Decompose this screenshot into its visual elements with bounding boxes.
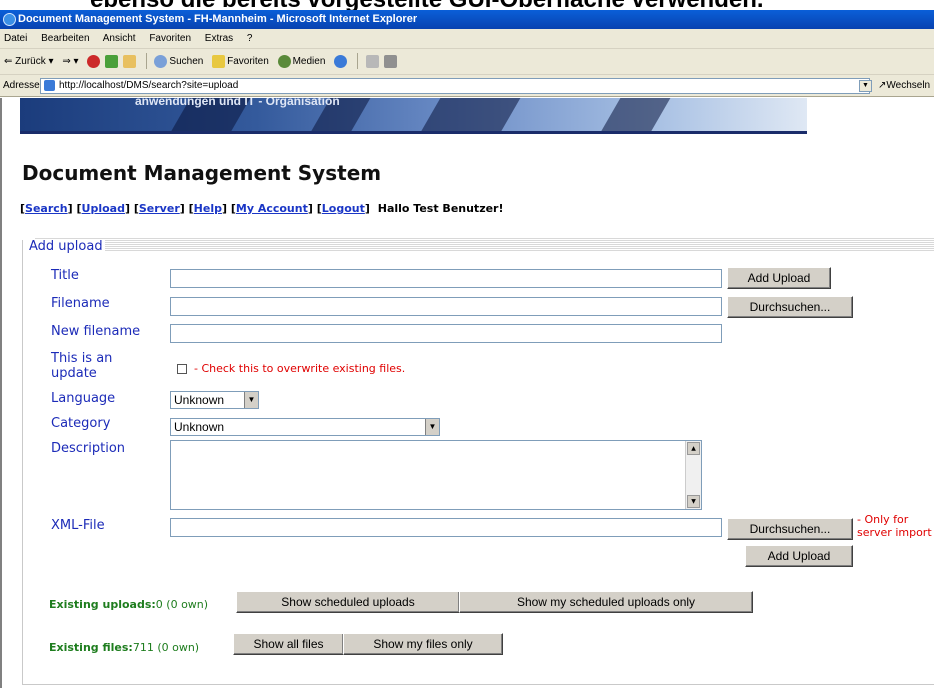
add-upload-button[interactable]: Add Upload [727, 267, 831, 289]
nav-account-link[interactable]: My Account [236, 202, 308, 215]
slide-heading: ebenso die bereits vorgestellte GUI-Ober… [0, 0, 934, 10]
toolbar-separator [356, 53, 358, 70]
slide-heading-text: ebenso die bereits vorgestellte GUI-Ober… [90, 0, 764, 10]
xml-file-label: XML-File [51, 518, 105, 533]
files-label: Existing files: [49, 641, 133, 654]
refresh-icon[interactable] [105, 54, 119, 68]
chevron-down-icon: ▼ [244, 392, 258, 408]
menu-ansicht[interactable]: Ansicht [103, 33, 136, 44]
language-select[interactable]: Unknown ▼ [170, 391, 259, 409]
nav-logout-link[interactable]: Logout [322, 202, 365, 215]
page-icon [44, 80, 55, 91]
home-icon[interactable] [122, 54, 136, 68]
go-label: Wechseln [886, 80, 931, 91]
banner-decoration [419, 98, 521, 131]
browse-xml-button[interactable]: Durchsuchen... [727, 518, 853, 540]
xml-note: - Only for server import [857, 513, 932, 539]
description-label: Description [51, 441, 126, 456]
new-filename-input[interactable] [170, 324, 722, 343]
search-label: Suchen [169, 56, 204, 67]
title-label: Title [51, 268, 79, 283]
search-icon [154, 54, 168, 68]
address-bar: Adresse http://localhost/DMS/search?site… [0, 75, 934, 97]
existing-uploads-stat: Existing uploads:0 (0 own) [49, 598, 208, 611]
category-select[interactable]: Unknown ▼ [170, 418, 440, 436]
address-label: Adresse [3, 80, 40, 91]
banner-decoration [599, 98, 671, 131]
print-icon[interactable] [383, 54, 397, 68]
address-input[interactable]: http://localhost/DMS/search?site=upload [40, 78, 870, 94]
menu-favoriten[interactable]: Favoriten [149, 33, 191, 44]
history-icon[interactable] [334, 54, 348, 68]
title-input[interactable] [170, 269, 722, 288]
xml-note-line1: - Only for [857, 513, 909, 526]
window-title: Document Management System - FH-Mannheim… [18, 13, 418, 25]
internet-explorer-icon [3, 13, 16, 26]
show-all-files-button[interactable]: Show all files [233, 633, 344, 655]
uploads-label: Existing uploads: [49, 598, 156, 611]
go-button[interactable]: ↗Wechseln [878, 75, 930, 97]
existing-files-stat: Existing files:711 (0 own) [49, 641, 199, 654]
fieldset-legend: Add upload [27, 239, 105, 254]
xml-note-line2: server import [857, 526, 932, 539]
show-scheduled-button[interactable]: Show scheduled uploads [236, 591, 460, 613]
category-value: Unknown [174, 420, 225, 434]
address-dropdown-button[interactable]: ▼ [859, 80, 872, 92]
site-banner: anwendungen und IT - Organisation [20, 98, 807, 134]
show-my-scheduled-button[interactable]: Show my scheduled uploads only [459, 591, 753, 613]
legend-band [35, 237, 934, 252]
back-button[interactable]: ⇐ Zurück ▾ [4, 56, 54, 67]
add-upload-bottom-button[interactable]: Add Upload [745, 545, 853, 567]
favorites-button[interactable]: Favoriten [212, 54, 269, 68]
window-titlebar: Document Management System - FH-Mannheim… [0, 10, 934, 29]
uploads-value: 0 (0 own) [155, 598, 209, 611]
description-textarea[interactable]: ▲ ▼ [170, 440, 702, 510]
scroll-up-icon[interactable]: ▲ [687, 442, 700, 455]
media-icon [277, 54, 291, 68]
main-nav: [Search] [Upload] [Server] [Help] [My Ac… [20, 202, 504, 215]
stop-icon[interactable] [87, 54, 101, 68]
favorites-icon [212, 54, 226, 68]
browse-file-button[interactable]: Durchsuchen... [727, 296, 853, 318]
nav-help-link[interactable]: Help [194, 202, 222, 215]
menu-help[interactable]: ? [247, 33, 253, 44]
favorites-label: Favoriten [227, 56, 269, 67]
back-label: Zurück [15, 56, 46, 67]
greeting-text: Hallo Test Benutzer! [377, 202, 504, 215]
update-label: This is an update [51, 351, 113, 381]
search-button[interactable]: Suchen [154, 54, 204, 68]
language-value: Unknown [174, 393, 225, 407]
page-title: Document Management System [22, 161, 382, 185]
update-note: - Check this to overwrite existing files… [194, 362, 406, 375]
nav-upload-link[interactable]: Upload [82, 202, 125, 215]
nav-search-link[interactable]: Search [25, 202, 68, 215]
update-checkbox[interactable] [177, 364, 187, 374]
new-filename-label: New filename [51, 324, 141, 339]
menu-bar: Datei Bearbeiten Ansicht Favoriten Extra… [0, 29, 934, 49]
chevron-down-icon: ▼ [425, 419, 439, 435]
mail-icon[interactable] [365, 54, 379, 68]
forward-button[interactable]: ⇒ ▾ [62, 56, 78, 67]
language-label: Language [51, 391, 116, 406]
filename-label: Filename [51, 296, 110, 311]
description-scrollbar[interactable]: ▲ ▼ [685, 441, 701, 509]
category-label: Category [51, 416, 111, 431]
filename-input[interactable] [170, 297, 722, 316]
toolbar-separator [145, 53, 147, 70]
files-value: 711 (0 own) [132, 641, 200, 654]
xml-file-input[interactable] [170, 518, 722, 537]
address-url: http://localhost/DMS/search?site=upload [59, 80, 239, 91]
media-button[interactable]: Medien [277, 54, 326, 68]
scroll-down-icon[interactable]: ▼ [687, 495, 700, 508]
browser-toolbar: ⇐ Zurück ▾ ⇒ ▾ Suchen Favoriten Medien [0, 49, 934, 75]
nav-server-link[interactable]: Server [139, 202, 180, 215]
media-label: Medien [292, 56, 326, 67]
menu-bearbeiten[interactable]: Bearbeiten [41, 33, 89, 44]
menu-datei[interactable]: Datei [4, 33, 27, 44]
menu-extras[interactable]: Extras [205, 33, 233, 44]
banner-text: anwendungen und IT - Organisation [135, 98, 340, 108]
show-my-files-button[interactable]: Show my files only [343, 633, 503, 655]
